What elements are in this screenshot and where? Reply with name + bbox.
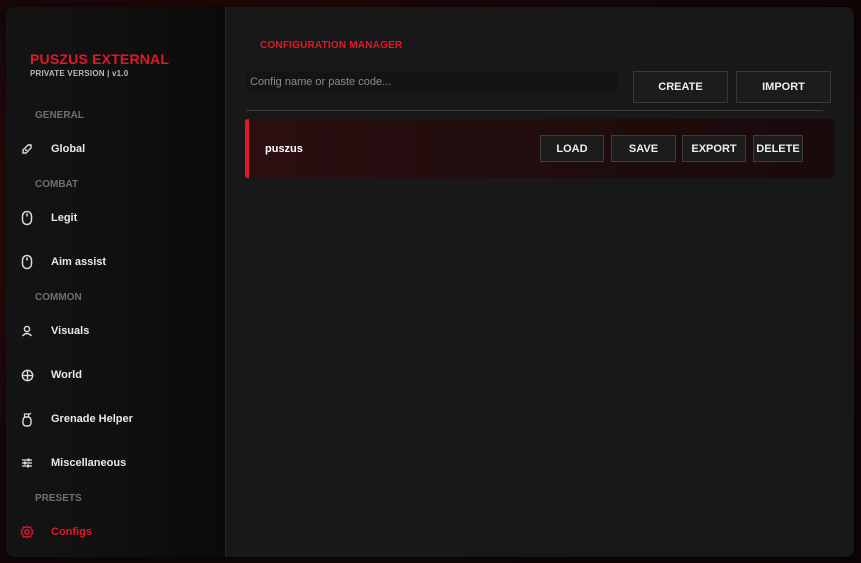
divider bbox=[246, 110, 823, 111]
load-button[interactable]: LOAD bbox=[540, 135, 604, 162]
sidebar: PUSZUS EXTERNAL PRIVATE VERSION | v1.0 G… bbox=[6, 7, 226, 557]
sidebar-item-configs[interactable]: Configs bbox=[14, 519, 214, 545]
mouse-icon bbox=[16, 207, 38, 229]
sidebar-item-world[interactable]: World bbox=[14, 362, 214, 388]
sidebar-item-label: World bbox=[51, 369, 82, 381]
sidebar-item-label: Aim assist bbox=[51, 256, 107, 268]
sidebar-item-grenade-helper[interactable]: Grenade Helper bbox=[14, 406, 214, 432]
sidebar-item-label: Visuals bbox=[51, 325, 90, 337]
mouse-icon bbox=[16, 251, 38, 273]
sliders-icon bbox=[16, 452, 38, 474]
crosshair-icon bbox=[16, 364, 38, 386]
brand-title: PUSZUS EXTERNAL bbox=[30, 51, 170, 67]
sidebar-item-miscellaneous[interactable]: Miscellaneous bbox=[14, 450, 214, 476]
section-combat: COMBAT bbox=[35, 179, 79, 190]
gear-icon bbox=[16, 521, 38, 543]
main-panel: CONFIGURATION MANAGER CREATE IMPORT pusz… bbox=[226, 7, 854, 557]
sidebar-item-label: Global bbox=[51, 143, 86, 155]
create-button[interactable]: CREATE bbox=[633, 71, 728, 103]
brand-subtitle: PRIVATE VERSION | v1.0 bbox=[30, 69, 129, 78]
sidebar-item-legit[interactable]: Legit bbox=[14, 205, 214, 231]
import-button[interactable]: IMPORT bbox=[736, 71, 831, 103]
sidebar-item-label: Legit bbox=[51, 212, 78, 224]
sidebar-item-label: Miscellaneous bbox=[51, 457, 127, 469]
export-button[interactable]: EXPORT bbox=[682, 135, 746, 162]
sidebar-item-label: Configs bbox=[51, 526, 92, 538]
sidebar-item-label: Grenade Helper bbox=[51, 413, 133, 425]
section-general: GENERAL bbox=[35, 110, 84, 121]
sidebar-item-aim-assist[interactable]: Aim assist bbox=[14, 249, 214, 275]
sidebar-item-visuals[interactable]: Visuals bbox=[14, 318, 214, 344]
config-name-input[interactable] bbox=[246, 71, 618, 93]
section-presets: PRESETS bbox=[35, 493, 82, 504]
grenade-icon bbox=[16, 408, 38, 430]
config-item: puszus LOAD SAVE EXPORT DELETE bbox=[245, 119, 834, 178]
config-name: puszus bbox=[265, 143, 303, 155]
globe-icon bbox=[16, 138, 38, 160]
save-button[interactable]: SAVE bbox=[611, 135, 676, 162]
user-icon bbox=[16, 320, 38, 342]
sidebar-item-global[interactable]: Global bbox=[14, 136, 214, 162]
delete-button[interactable]: DELETE bbox=[753, 135, 803, 162]
section-common: COMMON bbox=[35, 292, 82, 303]
page-title: CONFIGURATION MANAGER bbox=[260, 40, 403, 51]
app-window: PUSZUS EXTERNAL PRIVATE VERSION | v1.0 G… bbox=[6, 7, 854, 557]
